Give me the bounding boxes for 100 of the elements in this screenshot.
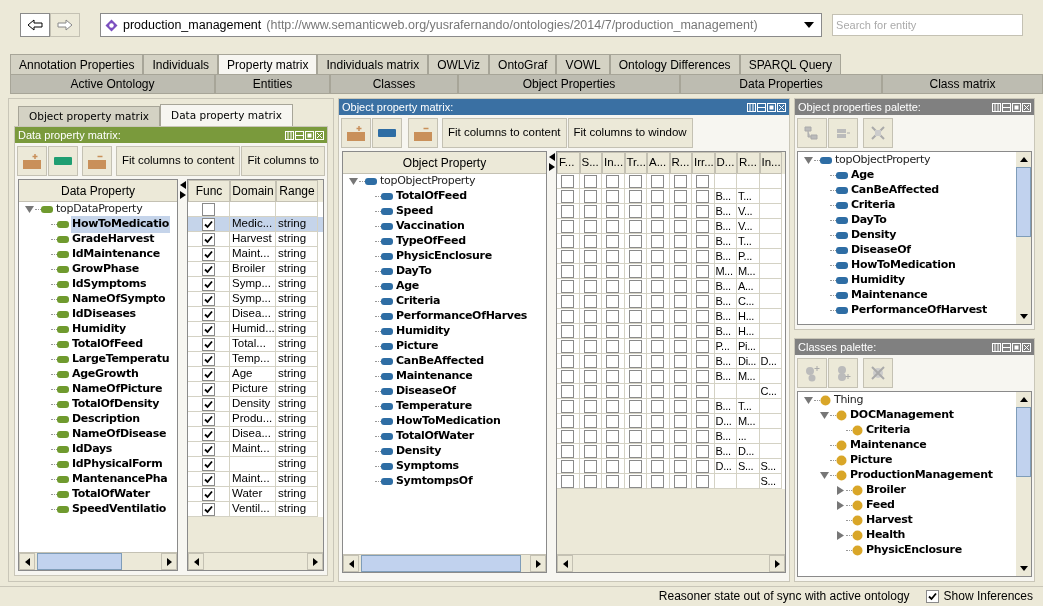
checkbox[interactable] (583, 294, 597, 308)
tree-item[interactable]: HowToMedication (850, 257, 957, 274)
expanded-triangle-icon[interactable] (24, 205, 34, 214)
checkbox[interactable] (651, 474, 665, 488)
tree-item[interactable]: Health (865, 527, 907, 544)
delete-property-button[interactable] (863, 118, 893, 148)
checkbox[interactable] (561, 399, 575, 413)
checkbox[interactable] (606, 444, 620, 458)
checkbox[interactable] (651, 414, 665, 428)
checkbox[interactable] (651, 294, 665, 308)
column-header[interactable]: S... (579, 152, 602, 174)
tree-item[interactable]: Feed (865, 497, 896, 514)
checkbox[interactable] (583, 324, 597, 338)
column-header[interactable]: F... (557, 152, 580, 174)
tab[interactable]: Ontology Differences (609, 54, 740, 74)
tree-item[interactable]: GradeHarvest (71, 231, 156, 248)
checkbox[interactable] (696, 444, 710, 458)
checkbox[interactable] (583, 384, 597, 398)
scrollbar-thumb[interactable] (361, 555, 521, 572)
checkbox[interactable] (696, 324, 710, 338)
scroll-left-button[interactable] (557, 555, 573, 572)
tree-item[interactable]: Criteria (395, 293, 442, 310)
checkbox[interactable] (606, 234, 620, 248)
checkbox[interactable] (583, 399, 597, 413)
column-header[interactable]: Data Property (19, 180, 177, 202)
checkbox[interactable] (696, 189, 710, 203)
checkbox[interactable] (606, 474, 620, 488)
tree-item[interactable]: Temperature (395, 398, 473, 415)
tree-item[interactable]: topObjectProperty (834, 152, 932, 169)
column-header[interactable]: R... (669, 152, 692, 174)
add-sub-property-button[interactable] (341, 118, 371, 148)
checkbox[interactable] (202, 412, 215, 426)
checkbox[interactable] (606, 279, 620, 293)
checkbox[interactable] (696, 459, 710, 473)
tab[interactable]: Annotation Properties (10, 54, 144, 74)
checkbox[interactable] (606, 249, 620, 263)
checkbox[interactable] (673, 414, 687, 428)
checkbox[interactable] (628, 174, 642, 188)
checkbox[interactable] (696, 204, 710, 218)
tree-item[interactable]: Age (395, 278, 420, 295)
scroll-right-button[interactable] (530, 555, 546, 572)
tree-item[interactable]: HowToMedication (395, 413, 502, 430)
checkbox[interactable] (673, 384, 687, 398)
tree-item[interactable]: DiseaseOf (395, 383, 457, 400)
checkbox[interactable] (673, 429, 687, 443)
column-header[interactable]: Tr... (624, 152, 647, 174)
checkbox[interactable] (628, 204, 642, 218)
expanded-triangle-icon[interactable] (803, 396, 813, 405)
tab[interactable]: Object Properties (458, 74, 680, 94)
checkbox[interactable] (202, 292, 215, 306)
checkbox[interactable] (202, 442, 215, 456)
checkbox[interactable] (561, 219, 575, 233)
tree-item[interactable]: Harvest (865, 512, 914, 529)
tree-item[interactable]: Humidity (71, 321, 127, 338)
checkbox[interactable] (696, 174, 710, 188)
checkbox[interactable] (628, 354, 642, 368)
checkbox[interactable] (606, 399, 620, 413)
checkbox[interactable] (925, 589, 939, 603)
add-sibling-property-button[interactable] (372, 118, 402, 148)
checkbox[interactable] (628, 324, 642, 338)
checkbox[interactable] (651, 429, 665, 443)
tree-item[interactable]: Vaccination (395, 218, 466, 235)
checkbox[interactable] (583, 354, 597, 368)
checkbox[interactable] (606, 384, 620, 398)
column-header[interactable]: D... (714, 152, 737, 174)
search-field[interactable]: Search for entity (832, 14, 1023, 36)
tree-item[interactable]: Speed (395, 203, 435, 220)
checkbox[interactable] (561, 444, 575, 458)
checkbox[interactable] (583, 204, 597, 218)
checkbox[interactable] (202, 427, 215, 441)
tab[interactable]: OWLViz (428, 54, 490, 74)
horizontal-scrollbar[interactable] (343, 554, 546, 572)
tree-item[interactable]: Symptoms (395, 458, 460, 475)
tree-item[interactable]: IdPhysicalForm (71, 456, 164, 473)
checkbox[interactable] (673, 234, 687, 248)
checkbox[interactable] (696, 474, 710, 488)
checkbox[interactable] (628, 294, 642, 308)
tree-item[interactable]: topObjectProperty (379, 173, 477, 190)
checkbox[interactable] (561, 264, 575, 278)
checkbox[interactable] (651, 219, 665, 233)
checkbox[interactable] (202, 367, 215, 381)
tab[interactable]: Individuals matrix (317, 54, 429, 74)
checkbox[interactable] (561, 204, 575, 218)
checkbox[interactable] (202, 352, 215, 366)
tree-item[interactable]: SymtompsOf (395, 473, 474, 490)
checkbox[interactable] (651, 249, 665, 263)
checkbox[interactable] (561, 474, 575, 488)
checkbox[interactable] (561, 324, 575, 338)
checkbox[interactable] (696, 294, 710, 308)
tab[interactable]: Object property matrix (18, 106, 161, 126)
tree-item[interactable]: DOCManagement (849, 407, 955, 424)
checkbox[interactable] (651, 399, 665, 413)
checkbox[interactable] (651, 279, 665, 293)
checkbox[interactable] (628, 474, 642, 488)
scroll-left-button[interactable] (19, 553, 35, 570)
checkbox[interactable] (606, 369, 620, 383)
delete-class-button[interactable] (863, 358, 893, 388)
tab[interactable]: Individuals (143, 54, 219, 74)
vertical-scrollbar[interactable] (1016, 392, 1031, 576)
checkbox[interactable] (583, 234, 597, 248)
